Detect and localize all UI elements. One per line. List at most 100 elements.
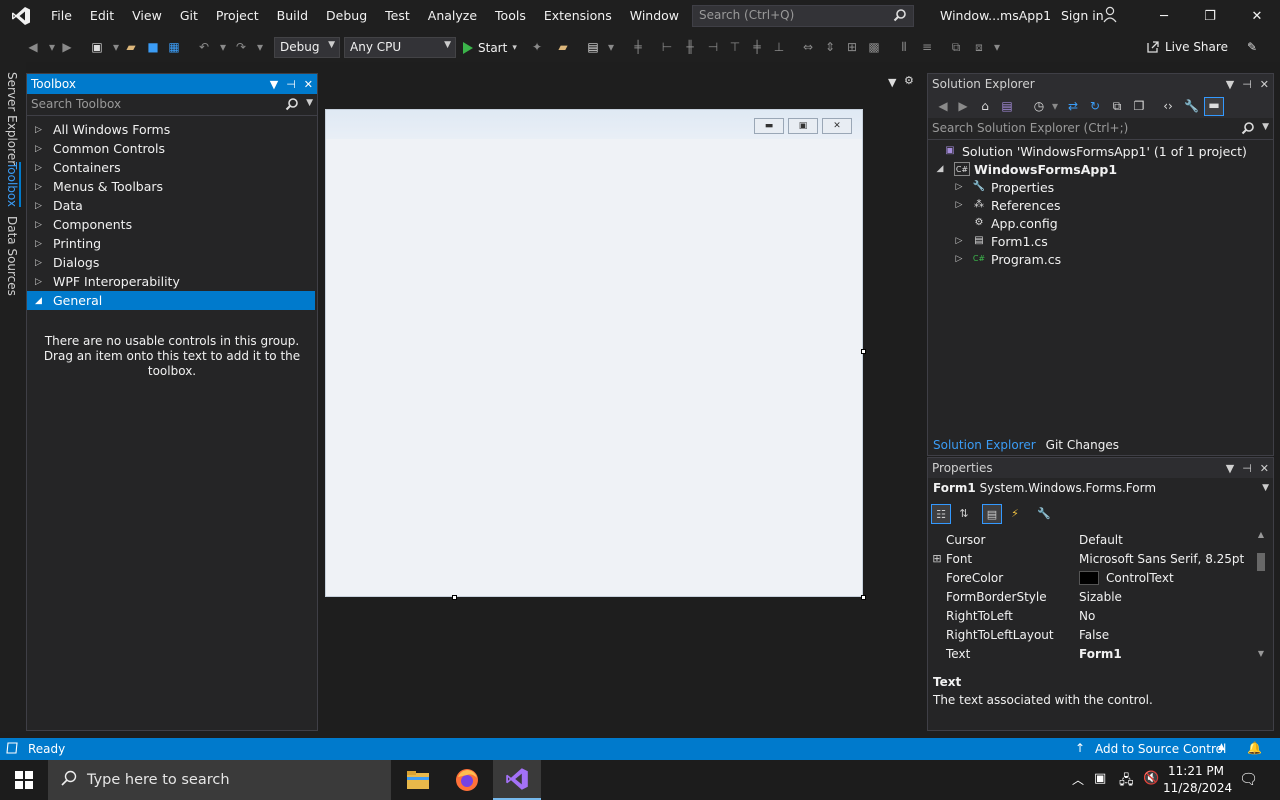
- resize-handle-bottom[interactable]: [452, 595, 457, 600]
- search-icon[interactable]: [285, 97, 299, 114]
- expand-plus-icon[interactable]: ⊞: [928, 552, 946, 565]
- undo-icon[interactable]: ↶: [197, 40, 211, 54]
- windows-start-icon[interactable]: [0, 760, 48, 800]
- pin-icon[interactable]: ⊣: [1242, 462, 1252, 475]
- network-icon[interactable]: 🖧: [1119, 771, 1134, 793]
- collapse-all-icon[interactable]: ⧉: [1110, 99, 1124, 113]
- expand-arrow-icon[interactable]: ▷: [953, 182, 965, 192]
- file-explorer-icon[interactable]: [394, 760, 442, 800]
- property-row-cursor[interactable]: Cursor Default: [928, 530, 1273, 549]
- add-to-source-control-button[interactable]: Add to Source Control: [1095, 742, 1226, 756]
- quick-launch-search[interactable]: Search (Ctrl+Q): [692, 5, 914, 27]
- collapse-arrow-icon[interactable]: ◢: [934, 164, 946, 174]
- redo-icon[interactable]: ↷: [234, 40, 248, 54]
- save-all-icon[interactable]: ▦: [167, 40, 181, 54]
- window-position-dropdown-icon[interactable]: ▼: [270, 78, 278, 91]
- align-tops-icon[interactable]: ⊤: [728, 40, 742, 54]
- toolbox-search-input[interactable]: Search Toolbox ▼: [27, 94, 317, 116]
- navigate-forward-icon[interactable]: ▶: [60, 40, 74, 54]
- view-code-icon[interactable]: ‹›: [1161, 99, 1175, 113]
- property-row-formborderstyle[interactable]: FormBorderStyle Sizable: [928, 587, 1273, 606]
- tree-item-program[interactable]: ▷ C# Program.cs: [928, 250, 1273, 268]
- make-same-height-icon[interactable]: ⇕: [823, 40, 837, 54]
- tree-item-app-config[interactable]: ⚙ App.config: [928, 214, 1273, 232]
- browse-folder-icon[interactable]: ▰: [556, 40, 570, 54]
- collapse-arrow-icon[interactable]: ◢: [35, 296, 45, 306]
- dropdown-icon[interactable]: ▾: [45, 40, 59, 54]
- toolbox-empty-message[interactable]: There are no usable controls in this gro…: [27, 334, 317, 379]
- expand-arrow-icon[interactable]: ▷: [35, 201, 45, 211]
- vertical-spacing-icon[interactable]: ≡: [920, 40, 934, 54]
- window-position-dropdown-icon[interactable]: ▼: [1226, 462, 1234, 475]
- expand-arrow-icon[interactable]: ▷: [953, 236, 965, 246]
- save-icon[interactable]: ■: [146, 40, 160, 54]
- expand-arrow-icon[interactable]: ▷: [953, 254, 965, 264]
- menu-git[interactable]: Git: [171, 0, 207, 32]
- tree-item-solution[interactable]: ▣ Solution 'WindowsFormsApp1' (1 of 1 pr…: [928, 142, 1273, 160]
- taskbar-search-input[interactable]: Type here to search: [48, 760, 391, 800]
- refresh-icon[interactable]: ↻: [1088, 99, 1102, 113]
- toolbox-group-printing[interactable]: ▷ Printing: [27, 234, 317, 253]
- properties-scrollbar[interactable]: ▲ ▼: [1256, 530, 1266, 664]
- visual-studio-logo-icon[interactable]: [0, 0, 42, 32]
- pin-icon[interactable]: ⊣: [1242, 78, 1252, 91]
- menu-edit[interactable]: Edit: [81, 0, 123, 32]
- menu-extensions[interactable]: Extensions: [535, 0, 621, 32]
- tab-toolbox[interactable]: Toolbox: [5, 162, 21, 207]
- align-centers-icon[interactable]: ╫: [683, 40, 697, 54]
- properties-view-icon[interactable]: ▤: [982, 504, 1002, 524]
- tab-data-sources[interactable]: Data Sources: [5, 216, 19, 296]
- toolbox-group-general[interactable]: ◢ General: [27, 291, 315, 310]
- wrench-icon[interactable]: 🔧: [1184, 99, 1199, 113]
- scroll-down-icon[interactable]: ▼: [1256, 649, 1266, 658]
- navigate-back-icon[interactable]: ◀: [26, 40, 40, 54]
- form1-title-bar[interactable]: ▬ ▣ ✕: [326, 110, 862, 139]
- live-share-button[interactable]: Live Share: [1146, 40, 1228, 54]
- events-lightning-icon[interactable]: ⚡: [1005, 504, 1025, 524]
- menu-debug[interactable]: Debug: [317, 0, 376, 32]
- menu-analyze[interactable]: Analyze: [419, 0, 486, 32]
- make-same-width-icon[interactable]: ⇔: [801, 40, 815, 54]
- property-row-text[interactable]: Text Form1: [928, 644, 1273, 663]
- menu-view[interactable]: View: [123, 0, 171, 32]
- back-icon[interactable]: ◀: [936, 99, 950, 113]
- menu-test[interactable]: Test: [376, 0, 419, 32]
- align-lefts-icon[interactable]: ⊢: [660, 40, 674, 54]
- chevron-down-icon[interactable]: ▼: [1262, 483, 1269, 493]
- alphabetical-icon[interactable]: ⇅: [954, 504, 974, 524]
- align-to-grid-icon[interactable]: ╪: [631, 40, 645, 54]
- toolbox-group-wpf-interoperability[interactable]: ▷ WPF Interoperability: [27, 272, 317, 291]
- toolbox-group-data[interactable]: ▷ Data: [27, 196, 317, 215]
- expand-arrow-icon[interactable]: ▷: [35, 258, 45, 268]
- tab-server-explorer[interactable]: Server Explorer: [5, 72, 19, 165]
- arrow-up-icon[interactable]: ↑: [1075, 741, 1085, 755]
- property-value[interactable]: ControlText: [1079, 570, 1174, 585]
- align-middles-icon[interactable]: ╪: [750, 40, 764, 54]
- expand-arrow-icon[interactable]: ▷: [35, 163, 45, 173]
- solution-configuration-select[interactable]: Debug ▼: [274, 37, 340, 58]
- forward-icon[interactable]: ▶: [956, 99, 970, 113]
- property-value[interactable]: No: [1079, 609, 1095, 623]
- show-hidden-icons-chevron-icon[interactable]: ︿: [1072, 771, 1084, 788]
- dropdown-icon[interactable]: ▾: [1048, 99, 1062, 113]
- size-to-grid-icon[interactable]: ⊞: [845, 40, 859, 54]
- expand-arrow-icon[interactable]: ▷: [35, 239, 45, 249]
- expand-arrow-icon[interactable]: ▷: [35, 144, 45, 154]
- menu-build[interactable]: Build: [268, 0, 317, 32]
- feedback-icon[interactable]: ✎: [1245, 40, 1259, 54]
- tree-item-project[interactable]: ◢ C# WindowsFormsApp1: [928, 160, 1273, 178]
- close-icon[interactable]: ✕: [304, 78, 313, 91]
- solution-explorer-search-input[interactable]: Search Solution Explorer (Ctrl+;) ▼: [928, 118, 1273, 140]
- expand-arrow-icon[interactable]: ▷: [35, 220, 45, 230]
- action-center-notification-icon[interactable]: 🗨: [1239, 770, 1258, 788]
- close-icon[interactable]: ✕: [1260, 462, 1269, 475]
- scrollbar-thumb[interactable]: [1257, 553, 1265, 571]
- chevron-down-icon[interactable]: ▾: [512, 43, 517, 53]
- open-folder-icon[interactable]: ▰: [124, 40, 138, 54]
- start-button[interactable]: Start ▾: [462, 38, 517, 58]
- taskbar-clock[interactable]: 11:21 PM 11/28/2024: [1163, 763, 1232, 797]
- close-icon[interactable]: ✕: [1260, 78, 1269, 91]
- tree-item-form1[interactable]: ▷ ▤ Form1.cs: [928, 232, 1273, 250]
- align-rights-icon[interactable]: ⊣: [706, 40, 720, 54]
- solution-platform-select[interactable]: Any CPU ▼: [344, 37, 456, 58]
